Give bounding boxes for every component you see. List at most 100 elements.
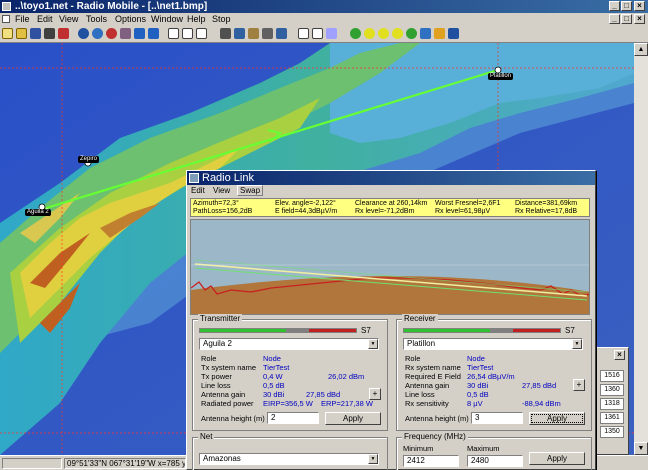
net-select[interactable]: Amazonas ▼ (199, 453, 379, 465)
app-icon (2, 2, 11, 11)
copy-icon[interactable] (234, 28, 245, 39)
target-icon[interactable] (106, 28, 117, 39)
minimize-button[interactable]: _ (609, 1, 620, 11)
receiver-title: Receiver (402, 314, 438, 324)
menu-tools[interactable]: Tools (86, 13, 107, 25)
tx-site-value: Aguila 2 (203, 339, 232, 348)
rx-apply-button[interactable]: Apply (529, 412, 585, 425)
tx-row-label: Tx system name (201, 363, 257, 372)
rx-meter-label: S7 (565, 326, 575, 335)
site-label-aguila[interactable]: Aguila 2 (25, 209, 51, 216)
print-icon[interactable] (220, 28, 231, 39)
chevron-down-icon[interactable]: ▼ (368, 339, 378, 349)
menu-stop[interactable]: Stop (212, 13, 231, 25)
net-title: Net (198, 432, 215, 442)
coverage-icon[interactable] (420, 28, 431, 39)
radio-icon-3[interactable] (378, 28, 389, 39)
receiver-group: Receiver S7 Platillon ▼ Role Node Rx syst… (396, 314, 592, 431)
radio-icon[interactable] (350, 28, 361, 39)
rx-antenna-plus-button[interactable]: + (573, 379, 585, 391)
tx-row-label: Line loss (201, 381, 231, 390)
radio-link-dialog: Radio Link Edit View Swap Azimuth=72,3° … (186, 170, 596, 470)
map-icon[interactable] (120, 28, 131, 39)
frame-icon[interactable] (298, 28, 309, 39)
tx-row-value: EIRP=356,5 W (263, 399, 313, 408)
side-window-close-button[interactable]: × (614, 350, 625, 360)
menu-help[interactable]: Help (187, 13, 206, 25)
star-icon[interactable] (434, 28, 445, 39)
rx-row-value: 26,54 dBµV/m (467, 372, 515, 381)
freq-max-label: Maximum (467, 444, 500, 453)
chevron-down-icon[interactable]: ▼ (368, 454, 378, 464)
save-icon[interactable] (30, 28, 41, 39)
tx-row-label: Radiated power (201, 399, 254, 408)
menu-bar: File Edit View Tools Options Window Help… (0, 13, 648, 25)
child-restore-button[interactable]: □ (621, 14, 632, 24)
tx-antenna-height-input[interactable]: 2 (267, 412, 319, 424)
grid-icon[interactable] (326, 28, 337, 39)
dialog-titlebar[interactable]: Radio Link (187, 171, 595, 185)
rx-level-uv: Rx level=61,98µV (435, 208, 491, 215)
frame-icon-2[interactable] (312, 28, 323, 39)
scroll-up-arrow[interactable]: ▲ (634, 43, 648, 56)
rx-antenna-height-input[interactable]: 3 (471, 412, 523, 424)
radio-icon-4[interactable] (392, 28, 403, 39)
tx-apply-button[interactable]: Apply (325, 412, 381, 425)
tx-row-value2: ERP=217,38 W (321, 399, 373, 408)
tx-row-value2: 27,85 dBd (306, 390, 341, 399)
maximize-button[interactable]: □ (621, 1, 632, 11)
rx-row-value2: -88,94 dBm (522, 399, 561, 408)
tx-meter-label: S7 (361, 326, 371, 335)
chevron-down-icon[interactable]: ▼ (572, 339, 582, 349)
rx-row-label: Line loss (405, 390, 435, 399)
page-icon-3[interactable] (196, 28, 207, 39)
scroll-down-arrow[interactable]: ▼ (634, 442, 648, 455)
dialog-menu-view[interactable]: View (213, 185, 230, 196)
menu-options[interactable]: Options (115, 13, 146, 25)
tower-icon[interactable] (44, 28, 55, 39)
page-icon-2[interactable] (182, 28, 193, 39)
freq-max-input[interactable]: 2480 (467, 455, 523, 467)
network-icon[interactable] (58, 28, 69, 39)
status-cell-empty (2, 458, 62, 469)
arrow-right-icon[interactable] (148, 28, 159, 39)
tx-row-value: 0,4 W (263, 372, 283, 381)
dialog-menu-edit[interactable]: Edit (191, 185, 205, 196)
arrow-left-icon[interactable] (134, 28, 145, 39)
terrain-profile[interactable] (190, 219, 590, 315)
freq-apply-button[interactable]: Apply (529, 452, 585, 465)
child-minimize-button[interactable]: _ (609, 14, 620, 24)
menu-edit[interactable]: Edit (37, 13, 53, 25)
swap-button[interactable]: Swap (237, 185, 264, 196)
vertical-scrollbar[interactable]: ▲ ▼ (634, 43, 648, 455)
site-label-platillon[interactable]: Platillon (488, 73, 514, 80)
chart-icon[interactable] (276, 28, 287, 39)
freq-min-label: Minimum (403, 444, 434, 453)
radio-icon-2[interactable] (364, 28, 375, 39)
rx-row-label: Rx system name (405, 363, 461, 372)
rx-site-select[interactable]: Platillon ▼ (403, 338, 583, 350)
rx-row-value: 0,5 dB (467, 390, 489, 399)
path-loss: PathLoss=156,2dB (193, 208, 253, 215)
page-icon[interactable] (168, 28, 179, 39)
menu-view[interactable]: View (59, 13, 78, 25)
open-icon[interactable] (2, 28, 13, 39)
tx-row-value: 0,5 dB (263, 381, 285, 390)
radio-icon-5[interactable] (406, 28, 417, 39)
globe-icon-2[interactable] (92, 28, 103, 39)
freq-min-input[interactable]: 2412 (403, 455, 459, 467)
earth-icon[interactable] (448, 28, 459, 39)
globe-icon[interactable] (78, 28, 89, 39)
rx-row-label: Required E Field (405, 372, 461, 381)
child-close-button[interactable]: × (634, 14, 645, 24)
close-button[interactable]: × (634, 1, 645, 11)
tool-icon[interactable] (262, 28, 273, 39)
tx-row-value2: 26,02 dBm (328, 372, 365, 381)
paste-icon[interactable] (248, 28, 259, 39)
tx-site-select[interactable]: Aguila 2 ▼ (199, 338, 379, 350)
rx-relative: Rx Relative=17,8dB (515, 208, 578, 215)
menu-file[interactable]: File (15, 13, 30, 25)
menu-window[interactable]: Window (151, 13, 183, 25)
site-label-zepiro[interactable]: Zepiro (78, 156, 100, 163)
folder-icon[interactable] (16, 28, 27, 39)
